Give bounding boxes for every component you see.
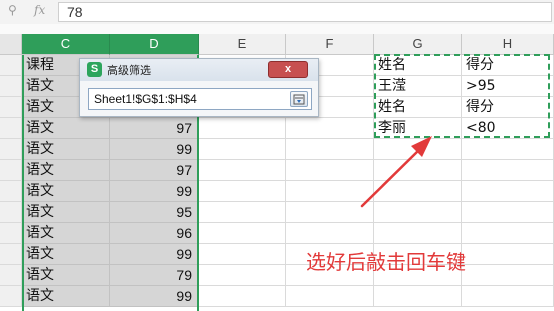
wps-sheet-icon: S: [87, 62, 102, 77]
range-input[interactable]: Sheet1!$G$1:$H$4: [88, 88, 312, 110]
collapse-dialog-button[interactable]: [290, 91, 308, 107]
close-button[interactable]: x: [268, 61, 308, 78]
range-input-value: Sheet1!$G$1:$H$4: [94, 92, 197, 106]
dialog-title: 高级筛选: [107, 64, 151, 77]
annotation-arrow: [360, 136, 432, 208]
range-picker-icon: [293, 94, 305, 105]
advanced-filter-dialog: S 高级筛选 x Sheet1!$G$1:$H$4: [79, 58, 319, 117]
annotation-text: 选好后敲击回车键: [306, 250, 466, 274]
dialog-titlebar[interactable]: S 高级筛选 x: [80, 59, 318, 81]
